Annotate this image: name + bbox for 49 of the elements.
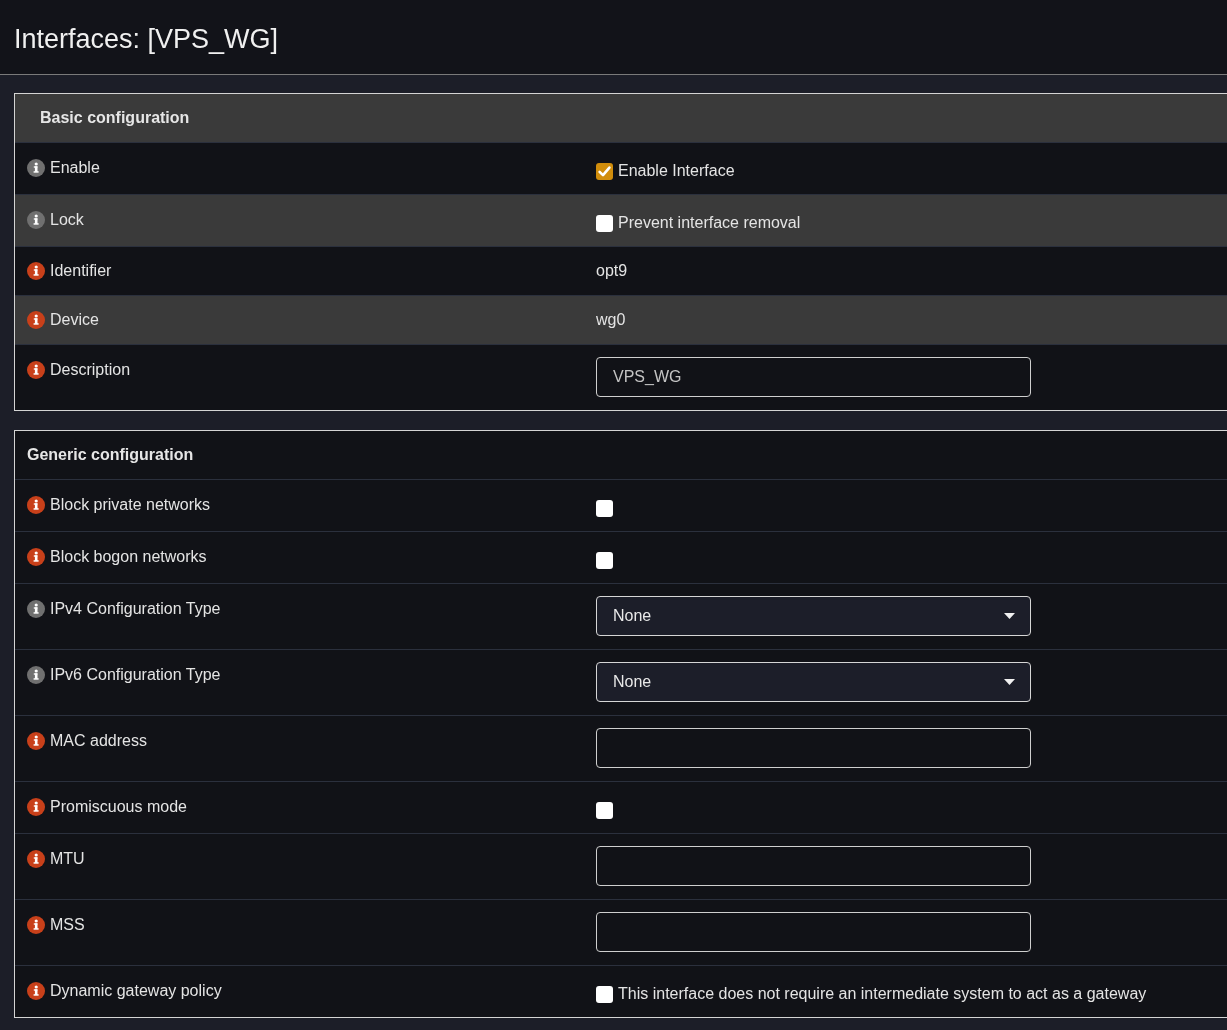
field-label: Lock: [50, 210, 84, 230]
field-value: wg0: [596, 311, 626, 328]
field-label: Description: [50, 360, 131, 380]
info-icon[interactable]: [27, 850, 45, 868]
text-input[interactable]: VPS_WG: [596, 357, 1031, 397]
info-icon[interactable]: [27, 666, 45, 684]
info-icon[interactable]: [27, 916, 45, 934]
info-icon[interactable]: [27, 600, 45, 618]
text-input[interactable]: [596, 728, 1031, 768]
info-icon[interactable]: [27, 732, 45, 750]
field-label: IPv4 Configuration Type: [50, 599, 221, 619]
info-icon[interactable]: [27, 262, 45, 280]
field-label: MSS: [50, 915, 85, 935]
dropdown[interactable]: None: [596, 596, 1031, 636]
info-icon[interactable]: [27, 798, 45, 816]
info-icon[interactable]: [27, 211, 45, 229]
checkbox[interactable]: [596, 985, 613, 1003]
caret-icon: [1004, 679, 1015, 685]
checkbox[interactable]: [596, 499, 613, 517]
field-label: MTU: [50, 849, 85, 869]
dropdown[interactable]: None: [596, 662, 1031, 702]
field-label: Identifier: [50, 261, 112, 281]
field-label: Promiscuous mode: [50, 797, 187, 817]
field-label: MAC address: [50, 731, 147, 751]
caret-icon: [1004, 613, 1015, 619]
field-label: Block private networks: [50, 495, 211, 515]
section-title: Basic configuration: [15, 94, 1227, 142]
checkbox[interactable]: [596, 551, 613, 569]
checkbox[interactable]: [596, 801, 613, 819]
checkbox-label: Enable Interface: [618, 161, 735, 181]
field-label: Dynamic gateway policy: [50, 981, 222, 1001]
checkbox[interactable]: [596, 162, 613, 180]
text-input[interactable]: [596, 846, 1031, 886]
info-icon[interactable]: [27, 496, 45, 514]
checkbox-label: This interface does not require an intermediate system to act as a gateway: [618, 984, 1147, 1004]
info-icon[interactable]: [27, 159, 45, 177]
field-label: Device: [50, 310, 99, 330]
info-icon[interactable]: [27, 548, 45, 566]
page-title: Interfaces: [VPS_WG]: [14, 23, 279, 56]
field-label: IPv6 Configuration Type: [50, 665, 221, 685]
info-icon[interactable]: [27, 311, 45, 329]
field-label: Enable: [50, 158, 100, 178]
text-input[interactable]: [596, 912, 1031, 952]
info-icon[interactable]: [27, 361, 45, 379]
checkbox[interactable]: [596, 214, 613, 232]
checkbox-label: Prevent interface removal: [618, 213, 801, 233]
info-icon[interactable]: [27, 982, 45, 1000]
field-label: Block bogon networks: [50, 547, 207, 567]
field-value: opt9: [596, 262, 628, 279]
